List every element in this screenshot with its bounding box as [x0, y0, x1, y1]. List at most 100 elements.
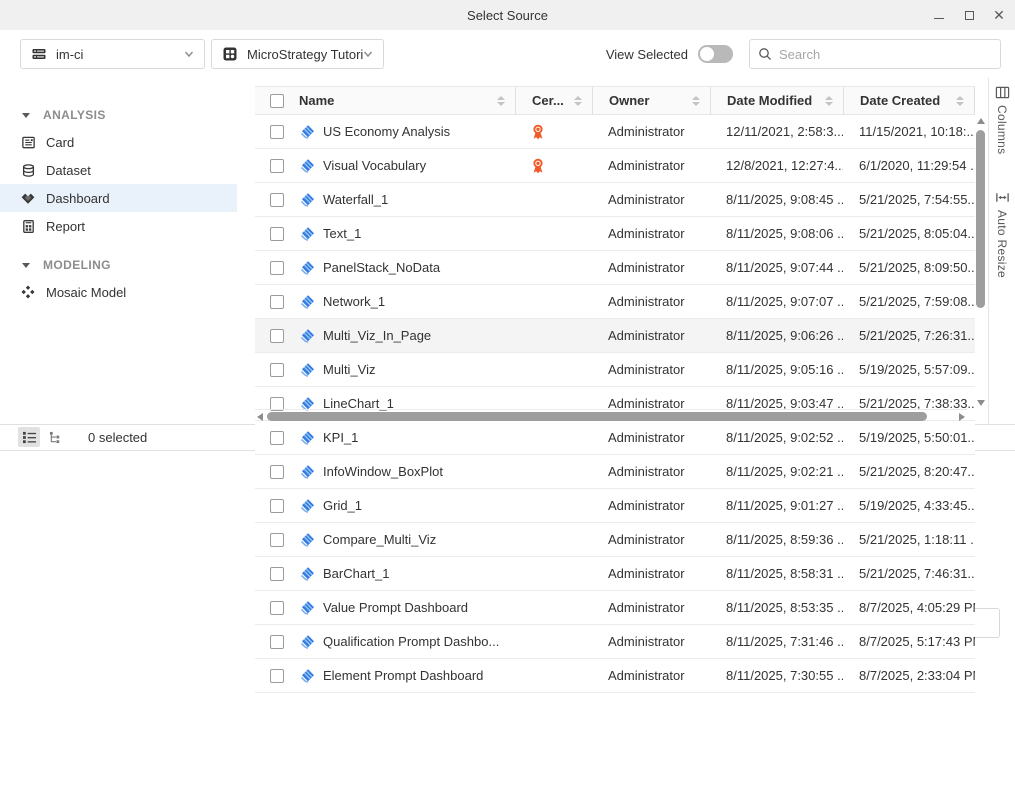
- row-checkbox[interactable]: [270, 669, 284, 683]
- row-date-created: 5/21/2025, 7:59:08...: [843, 285, 975, 318]
- row-checkbox[interactable]: [270, 601, 284, 615]
- table-row[interactable]: Compare_Multi_Viz Administrator 8/11/202…: [255, 523, 975, 557]
- dashboard-file-icon: [299, 634, 315, 650]
- scroll-left-icon[interactable]: [257, 413, 263, 421]
- row-checkbox[interactable]: [270, 261, 284, 275]
- columns-panel-button[interactable]: Columns: [995, 85, 1010, 154]
- row-checkbox[interactable]: [270, 329, 284, 343]
- collapse-triangle-icon: [22, 263, 30, 268]
- table-row[interactable]: Network_1 Administrator 8/11/2025, 9:07:…: [255, 285, 975, 319]
- horizontal-scrollbar[interactable]: [255, 409, 967, 424]
- auto-resize-button[interactable]: Auto Resize: [995, 190, 1010, 278]
- list-view-button[interactable]: [18, 427, 40, 447]
- row-name: Element Prompt Dashboard: [323, 668, 483, 683]
- row-date-created: 5/19/2025, 5:57:09...: [843, 353, 975, 386]
- vertical-scrollbar[interactable]: [976, 116, 986, 408]
- dashboard-file-icon: [299, 464, 315, 480]
- row-owner: Administrator: [592, 625, 710, 658]
- sort-icon[interactable]: [692, 96, 700, 106]
- sidebar-section-modeling[interactable]: MODELING: [0, 252, 255, 278]
- sidebar-item-label: Dashboard: [46, 191, 110, 206]
- view-selected-toggle[interactable]: [698, 45, 733, 63]
- table-row[interactable]: PanelStack_NoData Administrator 8/11/202…: [255, 251, 975, 285]
- column-header-name[interactable]: Name: [299, 87, 515, 114]
- table-header: Name Cer... Owner Date Modified Date Cre…: [255, 86, 975, 115]
- select-all-checkbox[interactable]: [270, 94, 284, 108]
- scroll-down-icon[interactable]: [977, 400, 985, 406]
- minimize-button[interactable]: [931, 7, 947, 23]
- vertical-scroll-thumb[interactable]: [976, 130, 985, 308]
- row-owner: Administrator: [592, 659, 710, 692]
- row-name: Multi_Viz_In_Page: [323, 328, 431, 343]
- row-checkbox[interactable]: [270, 533, 284, 547]
- row-certified: [515, 591, 592, 624]
- column-header-date-created[interactable]: Date Created: [843, 87, 975, 114]
- row-certified: [515, 659, 592, 692]
- row-checkbox[interactable]: [270, 635, 284, 649]
- table-row[interactable]: US Economy Analysis Administrator 12/11/…: [255, 115, 975, 149]
- scroll-right-icon[interactable]: [959, 413, 965, 421]
- sidebar-item-card[interactable]: Card: [0, 128, 237, 156]
- row-checkbox[interactable]: [270, 431, 284, 445]
- row-date-created: 8/7/2025, 5:17:43 PM: [843, 625, 975, 658]
- dashboard-file-icon: [299, 260, 315, 276]
- table-row[interactable]: Multi_Viz_In_Page Administrator 8/11/202…: [255, 319, 975, 353]
- sidebar-item-dataset[interactable]: Dataset: [0, 156, 237, 184]
- row-owner: Administrator: [592, 523, 710, 556]
- row-certified: [515, 319, 592, 352]
- tree-view-button[interactable]: [44, 427, 66, 447]
- row-date-created: 5/21/2025, 1:18:11 ...: [843, 523, 975, 556]
- sidebar-item-report[interactable]: Report: [0, 212, 237, 240]
- row-checkbox[interactable]: [270, 465, 284, 479]
- dialog-title: Select Source: [467, 8, 548, 23]
- table-row[interactable]: Value Prompt Dashboard Administrator 8/1…: [255, 591, 975, 625]
- dashboard-file-icon: [299, 192, 315, 208]
- sort-icon[interactable]: [825, 96, 833, 106]
- chevron-down-icon: [363, 49, 373, 59]
- table-row[interactable]: Multi_Viz Administrator 8/11/2025, 9:05:…: [255, 353, 975, 387]
- dialog-titlebar: Select Source ✕: [0, 0, 1015, 30]
- project-dropdown[interactable]: MicroStrategy Tutorial: [211, 39, 384, 69]
- row-date-modified: 8/11/2025, 7:31:46 ...: [710, 625, 843, 658]
- row-date-modified: 8/11/2025, 9:02:21 ...: [710, 455, 843, 488]
- sort-icon[interactable]: [497, 96, 505, 106]
- sidebar-section-analysis[interactable]: ANALYSIS: [0, 102, 255, 128]
- table-row[interactable]: Grid_1 Administrator 8/11/2025, 9:01:27 …: [255, 489, 975, 523]
- main-area: ANALYSIS Card Dataset Dashboard Report: [0, 78, 1015, 424]
- row-checkbox[interactable]: [270, 499, 284, 513]
- table-row[interactable]: Qualification Prompt Dashbo... Administr…: [255, 625, 975, 659]
- row-name: Waterfall_1: [323, 192, 388, 207]
- row-checkbox[interactable]: [270, 363, 284, 377]
- row-checkbox[interactable]: [270, 159, 284, 173]
- sidebar-item-mosaic-model[interactable]: Mosaic Model: [0, 278, 237, 306]
- row-date-created: 8/7/2025, 2:33:04 PM: [843, 659, 975, 692]
- table-row[interactable]: InfoWindow_BoxPlot Administrator 8/11/20…: [255, 455, 975, 489]
- sort-icon[interactable]: [574, 96, 582, 106]
- column-header-owner[interactable]: Owner: [592, 87, 710, 114]
- dashboard-file-icon: [299, 362, 315, 378]
- maximize-button[interactable]: [961, 7, 977, 23]
- row-checkbox[interactable]: [270, 227, 284, 241]
- sort-icon[interactable]: [956, 96, 964, 106]
- horizontal-scroll-thumb[interactable]: [267, 412, 927, 421]
- table-row[interactable]: Waterfall_1 Administrator 8/11/2025, 9:0…: [255, 183, 975, 217]
- row-checkbox[interactable]: [270, 125, 284, 139]
- environment-dropdown[interactable]: im-ci: [20, 39, 205, 69]
- sidebar-item-dashboard[interactable]: Dashboard: [0, 184, 237, 212]
- row-name: KPI_1: [323, 430, 358, 445]
- table-row[interactable]: Element Prompt Dashboard Administrator 8…: [255, 659, 975, 693]
- minimize-icon: [934, 18, 944, 19]
- table-row[interactable]: BarChart_1 Administrator 8/11/2025, 8:58…: [255, 557, 975, 591]
- table-row[interactable]: KPI_1 Administrator 8/11/2025, 9:02:52 .…: [255, 421, 975, 455]
- row-checkbox[interactable]: [270, 193, 284, 207]
- row-checkbox[interactable]: [270, 567, 284, 581]
- table-row[interactable]: Visual Vocabulary Administrator 12/8/202…: [255, 149, 975, 183]
- row-checkbox[interactable]: [270, 295, 284, 309]
- column-header-certified[interactable]: Cer...: [515, 87, 592, 114]
- column-header-date-modified[interactable]: Date Modified: [710, 87, 843, 114]
- close-button[interactable]: ✕: [991, 7, 1007, 23]
- scroll-up-icon[interactable]: [977, 118, 985, 124]
- row-owner: Administrator: [592, 557, 710, 590]
- table-row[interactable]: Text_1 Administrator 8/11/2025, 9:08:06 …: [255, 217, 975, 251]
- search-input[interactable]: [779, 47, 992, 62]
